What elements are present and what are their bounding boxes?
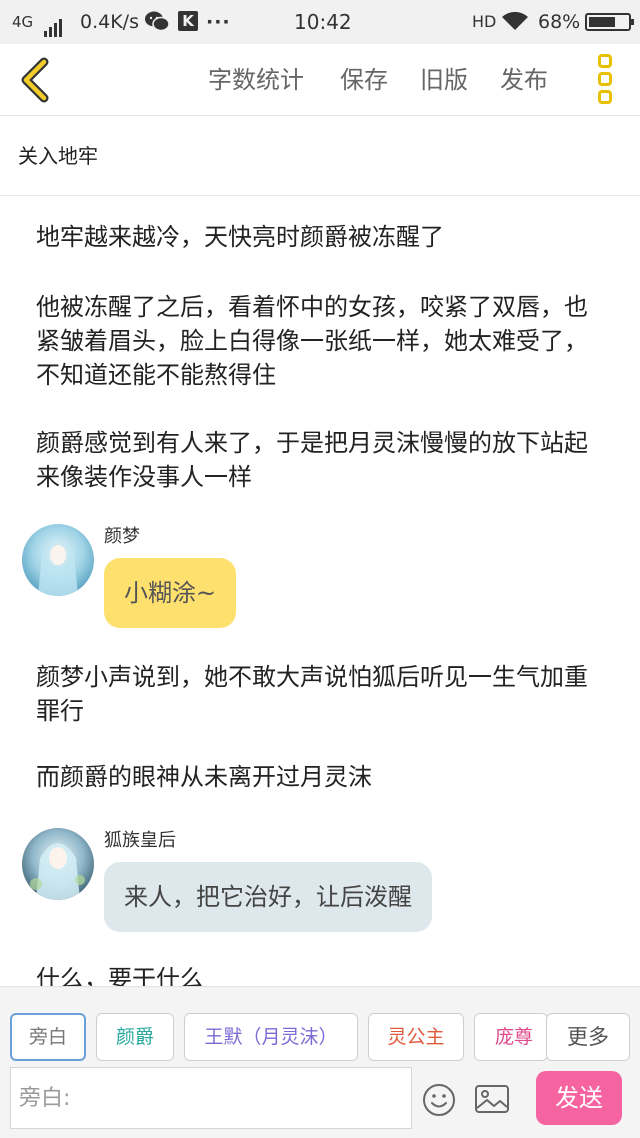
signal-icon: [44, 13, 64, 37]
hd-indicator: HD: [472, 12, 497, 31]
more-roles-button[interactable]: 更多: [546, 1013, 630, 1061]
word-count-button[interactable]: 字数统计: [208, 64, 304, 96]
narration-paragraph[interactable]: 地牢越来越冷，天快亮时颜爵被冻醒了: [36, 220, 611, 254]
publish-button[interactable]: 发布: [500, 64, 548, 96]
network-speed: 0.4K/s: [80, 11, 139, 33]
story-content[interactable]: 地牢越来越冷，天快亮时颜爵被冻醒了 他被冻醒了之后，看着怀中的女孩，咬紧了双唇，…: [0, 196, 640, 986]
narration-paragraph[interactable]: 什么，要干什么: [36, 962, 611, 986]
old-version-button[interactable]: 旧版: [420, 64, 468, 96]
message-input-container: [10, 1067, 412, 1129]
wifi-icon: [500, 10, 530, 38]
wechat-icon: [144, 10, 170, 38]
image-icon: [475, 1085, 509, 1113]
role-chip[interactable]: 庞尊: [474, 1013, 548, 1061]
editor-toolbar: 字数统计 保存 旧版 发布: [0, 44, 640, 116]
narration-paragraph[interactable]: 颜梦小声说到，她不敢大声说怕狐后听见一生气加重罪行: [36, 660, 611, 728]
network-indicator: 4G: [12, 13, 34, 31]
battery-percent: 68%: [538, 11, 581, 33]
role-chip[interactable]: 王默（月灵沫）: [184, 1013, 358, 1061]
dialogue-bubble[interactable]: 来人，把它治好，让后泼醒: [104, 862, 432, 932]
battery-icon: [585, 13, 634, 31]
back-button[interactable]: [14, 56, 58, 104]
avatar[interactable]: [22, 524, 94, 596]
send-button[interactable]: 发送: [536, 1071, 622, 1125]
narration-paragraph[interactable]: 而颜爵的眼神从未离开过月灵沫: [36, 760, 611, 794]
app-k-icon: K: [178, 11, 198, 31]
speaker-name: 狐族皇后: [104, 830, 176, 851]
status-bar: 4G 0.4K/s K ··· 10:42 HD 68%: [0, 0, 640, 44]
narration-paragraph[interactable]: 颜爵感觉到有人来了，于是把月灵沫慢慢的放下站起来像装作没事人一样: [36, 426, 611, 494]
save-button[interactable]: 保存: [340, 64, 388, 96]
emoji-button[interactable]: [422, 1083, 456, 1117]
role-chip[interactable]: 灵公主: [368, 1013, 464, 1061]
more-menu-button[interactable]: [592, 54, 618, 108]
chevron-left-icon: [21, 57, 49, 103]
message-input[interactable]: [11, 1068, 411, 1128]
chapter-title[interactable]: 关入地牢: [18, 140, 98, 169]
clock: 10:42: [294, 10, 352, 34]
speaker-name: 颜梦: [104, 526, 140, 547]
smiley-icon: [423, 1084, 455, 1116]
narration-paragraph[interactable]: 他被冻醒了之后，看着怀中的女孩，咬紧了双唇，也紧皱着眉头，脸上白得像一张纸一样，…: [36, 290, 611, 392]
more-dots-icon: [598, 54, 612, 68]
avatar[interactable]: [22, 828, 94, 900]
image-button[interactable]: [474, 1083, 510, 1115]
more-notifications-icon: ···: [206, 11, 231, 33]
input-panel: 旁白 颜爵 王默（月灵沫） 灵公主 庞尊 更多 发送: [0, 986, 640, 1138]
role-chip[interactable]: 颜爵: [96, 1013, 174, 1061]
dialogue-bubble[interactable]: 小糊涂~: [104, 558, 237, 628]
role-chip-narration[interactable]: 旁白: [10, 1013, 86, 1061]
